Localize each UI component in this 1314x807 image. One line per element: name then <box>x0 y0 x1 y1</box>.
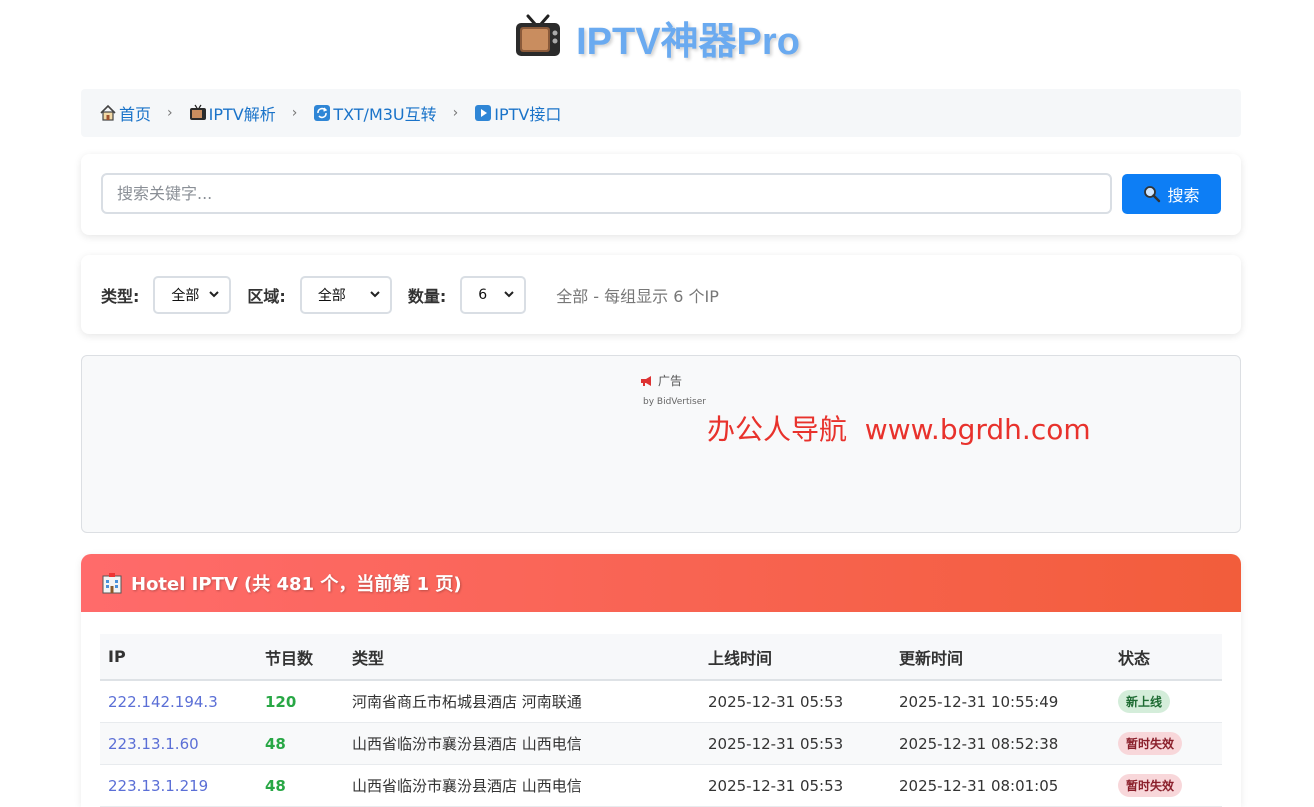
home-icon <box>99 104 117 122</box>
iptv-type: 山西省临汾市襄汾县酒店 山西电信 <box>344 722 700 765</box>
breadcrumb-iptv-parse[interactable]: IPTV解析 <box>189 101 276 125</box>
table-row: 222.142.194.3 120 河南省商丘市柘城县酒店 河南联通 2025-… <box>100 680 1222 723</box>
filter-info: 全部 - 每组显示 6 个IP <box>556 286 719 306</box>
hotel-iptv-panel: Hotel IPTV (共 481 个，当前第 1 页) IP 节目数 类型 上… <box>81 554 1241 807</box>
ad-label: 广告 <box>640 372 682 389</box>
search-button[interactable]: 搜索 <box>1122 174 1221 214</box>
ad-banner[interactable]: 广告 by BidVertiser 办公人导航 www.bgrdh.com <box>81 355 1241 533</box>
megaphone-icon <box>640 375 654 387</box>
ip-link[interactable]: 222.142.194.3 <box>108 693 218 711</box>
status-badge: 新上线 <box>1118 690 1171 713</box>
channel-count: 48 <box>265 776 286 795</box>
search-icon <box>1143 185 1161 203</box>
breadcrumb-separator: › <box>167 105 173 121</box>
refresh-icon <box>313 104 331 122</box>
column-header: IP <box>100 634 257 681</box>
column-header: 状态 <box>1110 634 1222 681</box>
breadcrumb: 首页 › IPTV解析 › TXT/M3U互转 › IPTV接口 <box>81 89 1241 137</box>
chevron-down-icon <box>504 291 514 298</box>
column-header: 节目数 <box>257 634 344 681</box>
online-time: 2025-12-31 05:53 <box>700 722 891 765</box>
breadcrumb-home[interactable]: 首页 <box>99 101 151 125</box>
region-select[interactable]: 全部 <box>299 275 392 314</box>
updated-time: 2025-12-31 10:55:49 <box>891 680 1110 723</box>
tv-icon <box>514 14 562 68</box>
breadcrumb-iptv-api[interactable]: IPTV接口 <box>474 101 561 125</box>
column-header: 上线时间 <box>700 634 891 681</box>
channel-count: 120 <box>265 692 297 711</box>
panel-header: Hotel IPTV (共 481 个，当前第 1 页) <box>81 554 1241 612</box>
search-button-label: 搜索 <box>1167 186 1200 205</box>
chevron-down-icon <box>209 291 220 298</box>
iptv-type: 山西省临汾市襄汾县酒店 山西电信 <box>344 764 700 807</box>
tv-icon <box>189 104 207 122</box>
page-title-text: IPTV神器Pro <box>576 21 800 63</box>
watermark-text: 办公人导航 www.bgrdh.com <box>707 413 1091 446</box>
type-select-value: 全部 <box>171 287 200 304</box>
column-header: 更新时间 <box>891 634 1110 681</box>
breadcrumb-label: TXT/M3U互转 <box>333 105 437 124</box>
count-select[interactable]: 6 <box>460 275 527 314</box>
table-row: 223.13.1.219 48 山西省临汾市襄汾县酒店 山西电信 2025-12… <box>100 764 1222 807</box>
status-badge: 暂时失效 <box>1118 774 1183 797</box>
ip-link[interactable]: 223.13.1.219 <box>108 777 208 795</box>
ip-link[interactable]: 223.13.1.60 <box>108 735 199 753</box>
type-filter-label: 类型: <box>101 286 140 306</box>
breadcrumb-label: 首页 <box>119 105 152 124</box>
page-title: IPTV神器Pro <box>0 10 1314 71</box>
table-row: 223.13.1.60 48 山西省临汾市襄汾县酒店 山西电信 2025-12-… <box>100 722 1222 765</box>
region-select-value: 全部 <box>317 287 346 304</box>
count-filter-label: 数量: <box>407 286 447 306</box>
column-header: 类型 <box>344 634 700 681</box>
breadcrumb-separator: › <box>452 105 459 121</box>
iptv-table: IP 节目数 类型 上线时间 更新时间 状态 222.142.194.3 120… <box>100 634 1222 807</box>
type-select[interactable]: 全部 <box>153 275 232 314</box>
channel-count: 48 <box>265 734 286 753</box>
ad-label-text: 广告 <box>658 374 683 388</box>
filter-card: 类型: 全部 区域: 全部 数量: 6 全部 - 每组显示 6 个IP <box>81 255 1241 334</box>
updated-time: 2025-12-31 08:01:05 <box>891 764 1110 807</box>
panel-title: Hotel IPTV (共 481 个，当前第 1 页) <box>131 574 462 595</box>
online-time: 2025-12-31 05:53 <box>700 764 891 807</box>
breadcrumb-txt-m3u[interactable]: TXT/M3U互转 <box>313 101 437 125</box>
status-badge: 暂时失效 <box>1118 732 1183 755</box>
hotel-icon <box>101 572 123 594</box>
play-icon <box>474 104 492 122</box>
iptv-table-wrap: IP 节目数 类型 上线时间 更新时间 状态 222.142.194.3 120… <box>100 634 1222 807</box>
search-card: 搜索 <box>81 154 1241 235</box>
breadcrumb-separator: › <box>291 105 298 121</box>
breadcrumb-label: IPTV接口 <box>494 105 562 124</box>
breadcrumb-label: IPTV解析 <box>208 105 276 124</box>
table-header-row: IP 节目数 类型 上线时间 更新时间 状态 <box>100 634 1222 681</box>
count-select-value: 6 <box>478 286 488 303</box>
search-input[interactable] <box>101 173 1112 214</box>
iptv-type: 河南省商丘市柘城县酒店 河南联通 <box>344 680 700 723</box>
online-time: 2025-12-31 05:53 <box>700 680 891 723</box>
updated-time: 2025-12-31 08:52:38 <box>891 722 1110 765</box>
ad-by: by BidVertiser <box>643 397 706 407</box>
region-filter-label: 区域: <box>247 286 286 306</box>
chevron-down-icon <box>370 291 380 298</box>
